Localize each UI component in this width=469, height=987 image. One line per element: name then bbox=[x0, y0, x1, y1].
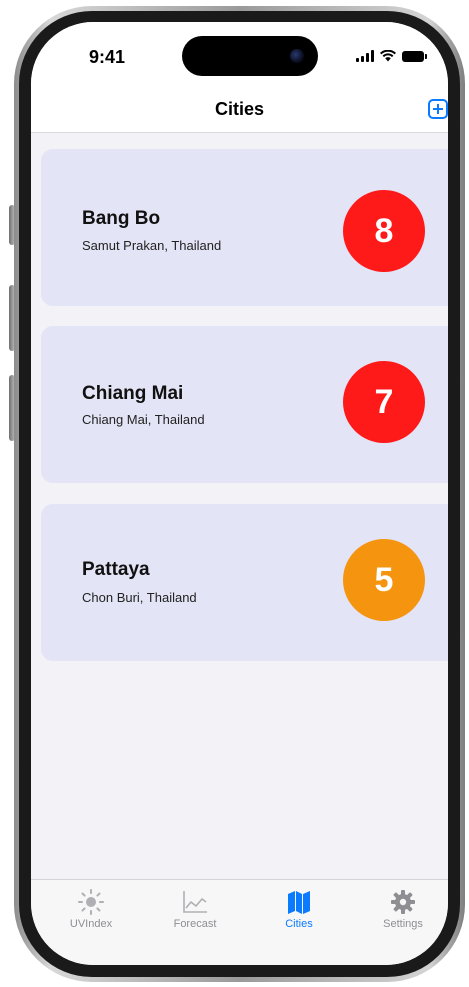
status-bar: 9:41 bbox=[31, 22, 448, 94]
city-name: Pattaya bbox=[82, 559, 150, 580]
tab-settings[interactable]: Settings bbox=[351, 888, 448, 930]
tab-forecast[interactable]: Forecast bbox=[143, 888, 247, 930]
city-card-chiang-mai[interactable]: Chiang Mai Chiang Mai, Thailand 7 bbox=[41, 326, 448, 483]
device-frame: 9:41 Cities Bang Bo Samut Prakan, Thaila… bbox=[0, 0, 469, 987]
tab-label: Forecast bbox=[173, 918, 217, 930]
uv-index-badge: 8 bbox=[343, 190, 425, 272]
city-region: Chiang Mai, Thailand bbox=[82, 412, 205, 427]
status-time: 9:41 bbox=[89, 47, 126, 67]
navigation-bar: Cities bbox=[31, 94, 448, 133]
status-icons bbox=[356, 50, 427, 62]
battery-icon bbox=[402, 51, 427, 62]
map-icon bbox=[288, 891, 310, 914]
city-region: Samut Prakan, Thailand bbox=[82, 238, 222, 253]
city-region: Chon Buri, Thailand bbox=[82, 590, 197, 605]
city-card-bang-bo[interactable]: Bang Bo Samut Prakan, Thailand 8 bbox=[41, 149, 448, 306]
wifi-icon bbox=[380, 50, 396, 62]
tab-label: Cities bbox=[285, 918, 313, 930]
uv-index-badge: 5 bbox=[343, 539, 425, 621]
city-name: Bang Bo bbox=[82, 208, 161, 229]
cellular-signal-icon bbox=[356, 50, 374, 62]
city-card-pattaya[interactable]: Pattaya Chon Buri, Thailand 5 bbox=[41, 504, 448, 661]
tab-label: UVIndex bbox=[69, 918, 113, 930]
tab-bar: UVIndex Forecast Cities Settings bbox=[31, 879, 448, 965]
chart-icon bbox=[183, 891, 207, 913]
tab-label: Settings bbox=[383, 918, 423, 930]
city-name: Chiang Mai bbox=[82, 383, 184, 404]
add-city-button[interactable] bbox=[428, 99, 448, 119]
page-title: Cities bbox=[214, 99, 265, 119]
gear-icon bbox=[391, 890, 415, 914]
sun-icon bbox=[78, 889, 104, 915]
uv-index-badge: 7 bbox=[343, 361, 425, 443]
tab-cities[interactable]: Cities bbox=[247, 888, 351, 930]
screen: 9:41 Cities Bang Bo Samut Prakan, Thaila… bbox=[31, 22, 448, 965]
camera-icon bbox=[290, 49, 304, 63]
tab-uvindex[interactable]: UVIndex bbox=[39, 888, 143, 930]
dynamic-island bbox=[182, 36, 318, 76]
